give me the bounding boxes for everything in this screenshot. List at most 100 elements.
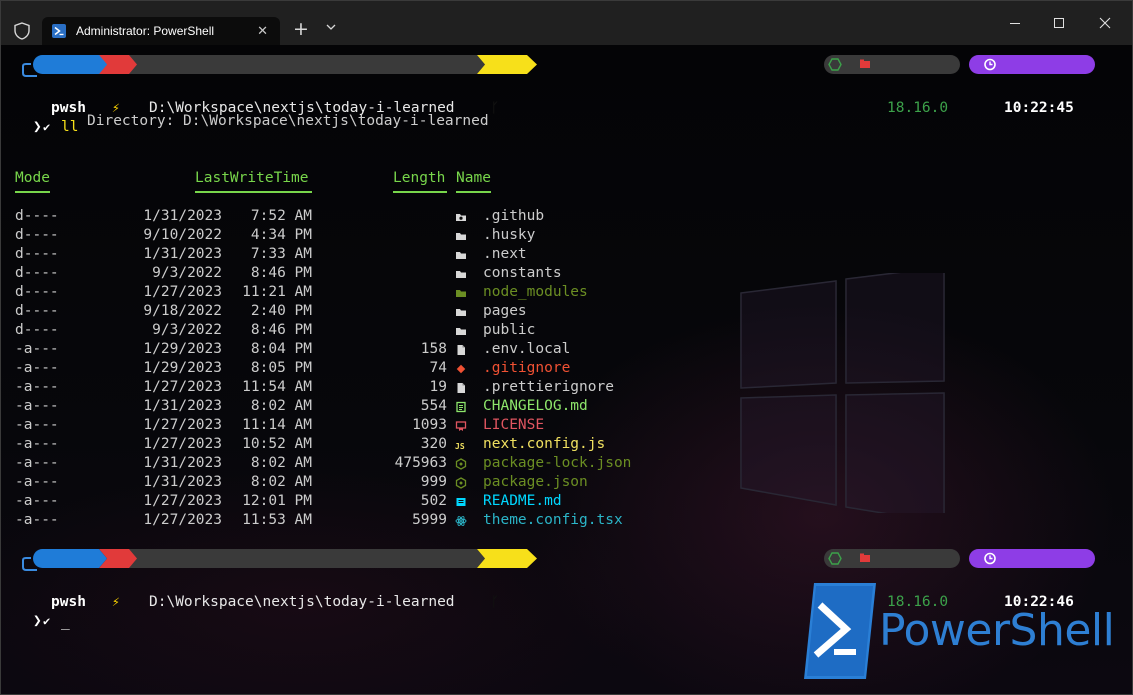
cell-mode: d---- [15,303,59,319]
file-icon [457,345,465,355]
cell-length [367,207,447,226]
table-row: -a--- 1/29/2023 8:05 PM 74 .gitignore [1,359,701,378]
table-row: d---- 1/31/2023 7:52 AM .github [1,207,701,226]
github-folder-icon [456,214,466,221]
cell-name: public [483,322,536,338]
prompt-arrow-icon: ❯ [33,613,42,629]
cell-date: 1/29/2023 [143,360,222,376]
prompt-path: D:\Workspace\nextjs\today-i-learned [149,594,455,610]
npm-icon [455,458,467,470]
cursor[interactable]: _ [61,613,70,632]
cell-length [367,321,447,340]
command-text: ll [61,119,79,135]
cell-date: 1/27/2023 [143,436,222,452]
cell-mode: -a--- [15,379,59,395]
cell-mode: -a--- [15,341,59,357]
tab-close-button[interactable]: ✕ [257,24,268,39]
minimize-button[interactable] [1007,15,1023,31]
windows-wallpaper-logo [740,273,945,513]
folder-icon [456,309,466,316]
cell-length: 5999 [412,512,447,528]
header-time-underline [195,191,312,193]
cell-mode: -a--- [15,398,59,414]
table-row: -a--- 1/31/2023 8:02 AM 554 CHANGELOG.md [1,397,701,416]
cell-mode: -a--- [15,474,59,490]
maximize-button[interactable] [1051,15,1067,31]
new-tab-button[interactable]: + [293,18,309,40]
table-row: d---- 9/10/2022 4:34 PM .husky [1,226,701,245]
cell-name: constants [483,265,562,281]
cell-name: .env.local [483,341,571,357]
cell-length: 19 [429,379,447,395]
cell-length: 74 [429,360,447,376]
cell-mode: d---- [15,208,59,224]
changelog-icon [456,401,466,413]
cell-name: pages [483,303,527,319]
folder-icon [456,252,466,259]
cell-time: 8:46 PM [250,265,312,281]
cell-mode: -a--- [15,417,59,433]
cell-name: CHANGELOG.md [483,398,588,414]
tab-dropdown-button[interactable] [326,23,336,31]
prompt-check-icon: ✔ [43,614,51,628]
cell-date: 1/31/2023 [143,455,222,471]
tab-title: Administrator: PowerShell [76,24,215,38]
cell-mode: d---- [15,265,59,281]
table-row: -a--- 1/31/2023 8:02 AM 999 package.json [1,473,701,492]
table-row: d---- 1/27/2023 11:21 AM node_modules [1,283,701,302]
powershell-logo-text: PowerShell [879,605,1115,656]
cell-length [367,264,447,283]
cell-name: next.config.js [483,436,606,452]
git-branch-icon: ᚴ [491,595,499,610]
cell-time: 7:33 AM [250,246,312,262]
terminal-window: Administrator: PowerShell ✕ + pwsh ⚡ D:\… [0,0,1133,695]
table-row: d---- 9/3/2022 8:46 PM public [1,321,701,340]
node-folder-icon [456,290,466,297]
cell-time: 8:02 AM [250,398,312,414]
cell-mode: -a--- [15,360,59,376]
prompt-shell-name: pwsh [51,100,86,116]
folder-icon [456,233,466,240]
cell-date: 1/31/2023 [143,208,222,224]
react-icon [455,516,467,526]
cell-date: 1/31/2023 [143,398,222,414]
svg-text:JS: JS [455,442,465,451]
cell-time: 8:02 AM [250,474,312,490]
cell-length: 158 [420,341,447,357]
header-length-underline [393,191,447,193]
prompt-time: 10:22:45 [1004,100,1074,116]
terminal-body[interactable]: pwsh ⚡ D:\Workspace\nextjs\today-i-learn… [1,45,1132,694]
license-icon [455,421,467,431]
table-row: d---- 9/18/2022 2:40 PM pages [1,302,701,321]
title-bar: Administrator: PowerShell ✕ + [1,1,1132,45]
node-version: 18.16.0 [887,100,949,116]
node-segment [824,55,960,74]
table-row: -a--- 1/27/2023 12:01 PM 502 README.md [1,492,701,511]
cell-date: 9/3/2022 [152,322,222,338]
readme-icon [456,498,466,506]
cell-date: 1/31/2023 [143,474,222,490]
cell-date: 1/27/2023 [143,417,222,433]
close-window-button[interactable] [1097,15,1113,31]
header-lastwritetime: LastWriteTime [195,170,309,186]
cell-name: README.md [483,493,562,509]
time-segment [969,55,1095,74]
cell-date: 9/18/2022 [143,303,222,319]
cell-date: 1/29/2023 [143,341,222,357]
header-mode-underline [15,191,50,193]
table-row: -a--- 1/27/2023 10:52 AM 320 next.config.js J… [1,435,701,454]
file-icon [457,383,465,393]
node-segment [824,549,960,568]
git-branch-icon: ᚴ [491,101,499,116]
header-mode: Mode [15,170,50,186]
git-icon [456,364,466,374]
tab-powershell[interactable]: Administrator: PowerShell ✕ [42,17,280,45]
cell-time: 10:52 AM [242,436,312,452]
cell-date: 1/27/2023 [143,379,222,395]
cell-date: 1/27/2023 [143,512,222,528]
cell-time: 7:52 AM [250,208,312,224]
cell-time: 8:46 PM [250,322,312,338]
cell-name: package.json [483,474,588,490]
cell-time: 8:05 PM [250,360,312,376]
cell-name: .prettierignore [483,379,614,395]
